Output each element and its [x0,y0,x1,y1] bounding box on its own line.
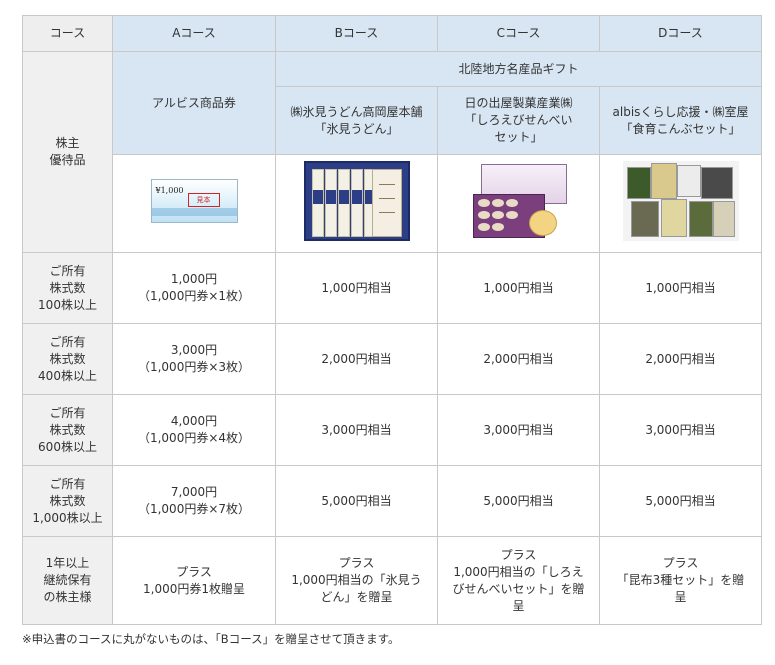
row-label: ご所有 株式数 400株以上 [22,323,113,395]
bonus-label: 1年以上 継続保有 の株主様 [22,536,113,625]
item-d-image-cell [599,154,762,253]
bonus-value-b: プラス 1,000円相当の「氷見う どん」を贈呈 [275,536,438,625]
row-value-a: 7,000円 （1,000円券×7枚） [112,465,276,537]
row-value-c: 2,000円相当 [437,323,600,395]
row-label: ご所有 株式数 100株以上 [22,252,113,324]
bonus-row: 1年以上 継続保有 の株主様 プラス 1,000円券1枚贈呈 プラス 1,000… [22,536,762,625]
kombu-set-image [622,161,739,241]
row-label: ご所有 株式数 1,000株以上 [22,465,113,537]
item-d-name: albisくらし応援・㈱室屋 「食育こんぶセット」 [599,86,762,155]
row-value-c: 1,000円相当 [437,252,600,324]
shiroebi-senbei-image [470,162,567,240]
item-label: 株主 優待品 [22,51,113,253]
group-row: 株主 優待品 アルビス商品券 北陸地方名産品ギフト [22,51,762,253]
row-value-a: 4,000円 （1,000円券×4枚） [112,394,276,466]
voucher-amount: ¥1,000 [155,186,184,195]
row-value-d: 3,000円相当 [599,394,762,466]
row-value-b: 2,000円相当 [275,323,438,395]
row-value-a: 3,000円 （1,000円券×3枚） [112,323,276,395]
table-row: ご所有 株式数 100株以上 1,000円 （1,000円券×1枚） 1,000… [22,252,762,324]
item-c-name: 日の出屋製菓産業㈱ 「しろえびせんべい セット」 [437,86,600,155]
footnote: ※申込書のコースに丸がないものは、「Bコース」を贈呈させて頂きます。 [22,632,400,646]
bonus-value-a: プラス 1,000円券1枚贈呈 [112,536,276,625]
table-row: ご所有 株式数 400株以上 3,000円 （1,000円券×3枚） 2,000… [22,323,762,395]
table-row: ご所有 株式数 1,000株以上 7,000円 （1,000円券×7枚） 5,0… [22,465,762,537]
row-value-c: 5,000円相当 [437,465,600,537]
header-row: コース Aコース Bコース Cコース Dコース [22,15,762,52]
row-value-b: 1,000円相当 [275,252,438,324]
bonus-value-c: プラス 1,000円相当の「しろえ びせんべいセット」を贈 呈 [437,536,600,625]
row-value-d: 5,000円相当 [599,465,762,537]
header-course-a: Aコース [112,15,276,52]
regional-gift-header: 北陸地方名産品ギフト [275,51,762,87]
bonus-value-d: プラス 「昆布3種セット」を贈 呈 [599,536,762,625]
header-course-c: Cコース [437,15,600,52]
row-value-b: 3,000円相当 [275,394,438,466]
row-value-d: 2,000円相当 [599,323,762,395]
shareholder-benefits-table: コース Aコース Bコース Cコース Dコース 株主 優待品 アルビス商品券 北… [22,15,762,625]
row-value-d: 1,000円相当 [599,252,762,324]
header-course: コース [22,15,113,52]
gift-voucher-image: ¥1,000 見本 [150,179,238,223]
header-course-b: Bコース [275,15,438,52]
item-b-image-cell [275,154,438,253]
row-value-b: 5,000円相当 [275,465,438,537]
table-row: ご所有 株式数 600株以上 4,000円 （1,000円券×4枚） 3,000… [22,394,762,466]
row-label: ご所有 株式数 600株以上 [22,394,113,466]
himi-udon-image [303,161,410,241]
item-c-image-cell [437,154,600,253]
header-course-d: Dコース [599,15,762,52]
item-a-name: アルビス商品券 [112,51,276,155]
item-images-row: ¥1,000 見本 [23,154,762,253]
item-b-name: ㈱氷見うどん高岡屋本舗 「氷見うどん」 [275,86,438,155]
row-value-c: 3,000円相当 [437,394,600,466]
item-a-image-cell: ¥1,000 見本 [112,154,276,253]
voucher-sample-stamp: 見本 [187,193,220,207]
row-value-a: 1,000円 （1,000円券×1枚） [112,252,276,324]
